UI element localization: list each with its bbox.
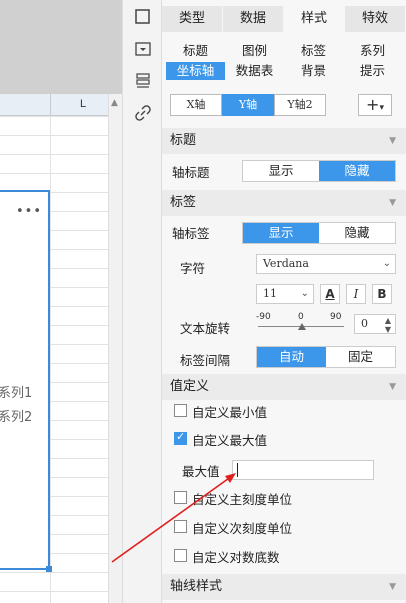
axis-title-label: 轴标题 <box>172 165 210 180</box>
resize-handle[interactable] <box>46 566 52 572</box>
column-label-l[interactable]: L <box>80 98 86 110</box>
minor-unit-checkbox[interactable] <box>174 520 187 533</box>
collapse-icon[interactable]: ▼ <box>389 374 396 400</box>
style-subtabs: 标题 图例 标签 系列 坐标轴 数据表 背景 提示 <box>166 42 402 80</box>
bold-button[interactable]: B <box>372 284 392 304</box>
subtab-axis[interactable]: 坐标轴 <box>166 62 225 80</box>
slider-thumb[interactable] <box>298 323 306 330</box>
tab-effects[interactable]: 特效 <box>345 6 406 32</box>
section-axisline-header[interactable]: 轴线样式 ▼ <box>162 574 406 600</box>
chevron-down-icon: ⌄ <box>382 258 391 269</box>
label-spacing-label: 标签间隔 <box>180 353 231 368</box>
layout-list-icon[interactable] <box>134 72 152 90</box>
subtab-title[interactable]: 标题 <box>166 42 225 60</box>
collapse-icon[interactable]: ▼ <box>389 574 396 600</box>
link-icon[interactable] <box>134 104 152 122</box>
collapse-icon[interactable]: ▼ <box>389 190 396 216</box>
add-axis-button[interactable]: +▾ <box>358 94 392 116</box>
side-icon-toolbar <box>122 0 162 603</box>
axis-tab-y2[interactable]: Y轴2 <box>274 94 326 116</box>
font-size-select[interactable]: 11 ⌄ <box>256 284 314 304</box>
subtab-legend[interactable]: 图例 <box>225 42 284 60</box>
custom-min-checkbox[interactable] <box>174 404 187 417</box>
log-base-label: 自定义对数底数 <box>192 550 280 565</box>
rotation-value-stepper[interactable]: 0 ▲ ▼ <box>354 314 396 334</box>
axis-tab-y[interactable]: Y轴 <box>222 94 274 116</box>
legend-series-2: 系列2 <box>0 410 33 425</box>
max-value-input[interactable] <box>232 460 374 480</box>
vertical-scrollbar[interactable]: ▲ <box>108 94 122 603</box>
axis-label-show-option[interactable]: 显示 <box>243 223 319 243</box>
chart-object[interactable]: ••• 系列1 系列2 <box>0 190 52 572</box>
font-label: 字符 <box>180 261 206 276</box>
collapse-icon[interactable]: ▼ <box>389 128 396 154</box>
legend-series-1: 系列1 <box>0 386 33 401</box>
subtab-labels[interactable]: 标签 <box>284 42 343 60</box>
custom-min-label: 自定义最小值 <box>192 405 268 420</box>
axis-title-hide-option[interactable]: 隐藏 <box>319 161 395 181</box>
chevron-down-icon: ⌄ <box>300 288 309 299</box>
label-spacing-toggle: 自动 固定 <box>256 346 396 368</box>
custom-max-checkbox[interactable] <box>174 430 187 445</box>
rotation-slider[interactable]: -90 0 90 <box>256 312 348 334</box>
spreadsheet-area: L ▲ ••• 系列1 系列2 <box>0 0 122 603</box>
main-tabs: 类型 数据 样式 特效 <box>162 6 406 32</box>
axis-title-toggle: 显示 隐藏 <box>242 160 396 182</box>
axis-label-hide-option[interactable]: 隐藏 <box>319 223 395 243</box>
section-title-header[interactable]: 标题 ▼ <box>162 128 406 154</box>
axis-selector: X轴 Y轴 Y轴2 <box>170 94 326 116</box>
log-base-checkbox[interactable] <box>174 549 187 562</box>
subtab-tooltip[interactable]: 提示 <box>343 62 402 80</box>
more-options-icon[interactable]: ••• <box>16 204 42 219</box>
scroll-up-icon[interactable]: ▲ <box>111 98 118 108</box>
subtab-background[interactable]: 背景 <box>284 62 343 80</box>
toolbar-gray-area <box>0 0 122 94</box>
major-unit-label: 自定义主刻度单位 <box>192 492 293 507</box>
tab-data[interactable]: 数据 <box>223 6 284 32</box>
axis-title-show-option[interactable]: 显示 <box>243 161 319 181</box>
custom-max-label: 自定义最大值 <box>192 433 268 448</box>
property-panel: 类型 数据 样式 特效 标题 图例 标签 系列 坐标轴 数据表 背景 提示 X轴… <box>162 0 406 603</box>
select-frame-icon[interactable] <box>134 8 152 26</box>
chevron-down-icon: ▾ <box>379 103 384 113</box>
spacing-auto-option[interactable]: 自动 <box>257 347 326 367</box>
tab-style[interactable]: 样式 <box>284 6 345 32</box>
subtab-datatable[interactable]: 数据表 <box>225 62 284 80</box>
font-color-button[interactable]: A <box>320 284 340 304</box>
stepper-icon[interactable]: ▲ ▼ <box>385 316 391 334</box>
spacing-fixed-option[interactable]: 固定 <box>326 347 395 367</box>
minor-unit-label: 自定义次刻度单位 <box>192 521 293 536</box>
font-family-select[interactable]: Verdana ⌄ <box>256 254 396 274</box>
plus-icon: + <box>366 95 380 114</box>
text-rotation-label: 文本旋转 <box>180 321 231 336</box>
section-valdef-header[interactable]: 值定义 ▼ <box>162 374 406 400</box>
axis-label-label: 轴标签 <box>172 226 210 241</box>
axis-tab-x[interactable]: X轴 <box>170 94 222 116</box>
column-header: L <box>0 94 108 116</box>
axis-label-toggle: 显示 隐藏 <box>242 222 396 244</box>
major-unit-checkbox[interactable] <box>174 491 187 504</box>
max-value-label: 最大值 <box>182 464 220 479</box>
italic-button[interactable]: I <box>346 284 366 304</box>
text-caret <box>237 463 238 477</box>
section-label-header[interactable]: 标签 ▼ <box>162 190 406 216</box>
subtab-series[interactable]: 系列 <box>343 42 402 60</box>
window-dropdown-icon[interactable] <box>134 40 152 58</box>
tab-type[interactable]: 类型 <box>162 6 223 32</box>
